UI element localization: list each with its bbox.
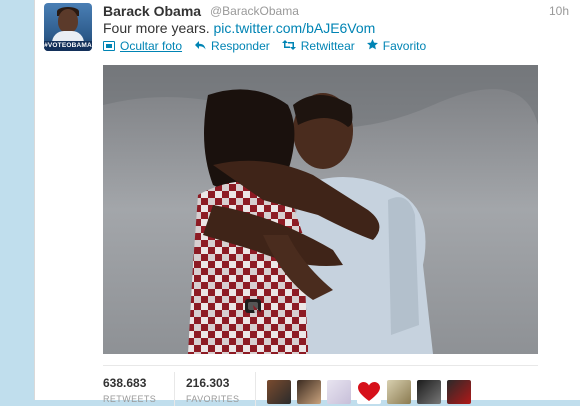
stats-divider (255, 372, 256, 406)
tweet-card: #VOTEOBAMA Barack Obama @BarackObama 10h… (34, 0, 580, 406)
favoriter-avatar[interactable] (417, 380, 441, 404)
author-avatar[interactable]: #VOTEOBAMA (44, 3, 92, 51)
favorites-label: FAVORITES (186, 394, 240, 404)
embrace-photo-image (103, 65, 538, 354)
star-icon (366, 39, 378, 53)
retweets-count: 638.683 (103, 376, 147, 390)
photo-icon (103, 41, 115, 51)
heart-icon (358, 382, 380, 401)
favorite-button[interactable]: Favorito (366, 39, 427, 53)
retweet-label: Retwittear (300, 39, 355, 53)
favoriter-avatar[interactable] (447, 380, 471, 404)
reply-arrow-icon (194, 39, 206, 53)
tweet-photo-link[interactable]: pic.twitter.com/bAJE6Vom (213, 20, 375, 36)
favoriter-avatar[interactable] (267, 380, 291, 404)
retweets-label: RETWEETS (103, 394, 157, 404)
author-name[interactable]: Barack Obama (103, 3, 201, 19)
retweet-button[interactable]: Retwittear (281, 39, 355, 53)
favoriters-avatars (267, 380, 477, 404)
reply-button[interactable]: Responder (194, 39, 270, 53)
tweet-photo[interactable] (103, 65, 538, 354)
favoriter-avatar[interactable] (297, 380, 321, 404)
favorites-count: 216.303 (186, 376, 230, 390)
stats-divider (174, 372, 175, 406)
avatar-hashtag: #VOTEOBAMA (44, 41, 92, 51)
favorite-label: Favorito (382, 39, 427, 53)
hide-photo-label: Ocultar foto (120, 39, 183, 53)
favoriter-avatar[interactable] (357, 380, 381, 404)
hide-photo-button[interactable]: Ocultar foto (103, 39, 182, 53)
tweet-actions: Ocultar foto Responder Retwittear Favori… (103, 39, 438, 53)
tweet-timestamp[interactable]: 10h (549, 4, 569, 18)
favoriter-avatar[interactable] (327, 380, 351, 404)
favoriter-avatar[interactable] (387, 380, 411, 404)
tweet-text-body: Four more years. (103, 20, 210, 36)
author-handle[interactable]: @BarackObama (210, 4, 299, 18)
avatar-head (58, 9, 78, 33)
retweet-icon (281, 39, 296, 53)
tweet-text: Four more years. pic.twitter.com/bAJE6Vo… (103, 20, 375, 36)
reply-label: Responder (211, 39, 270, 53)
